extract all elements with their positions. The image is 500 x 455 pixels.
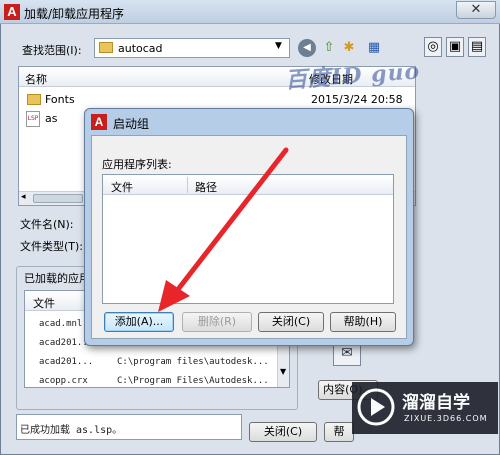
brand-logo: 溜溜自学 ZIXUE.3D66.COM [352,382,498,434]
arrow-head [158,280,190,312]
play-icon [357,388,395,426]
arrow-shaft [173,147,289,295]
brand-url: ZIXUE.3D66.COM [404,414,488,423]
brand-name: 溜溜自学 [402,393,470,413]
